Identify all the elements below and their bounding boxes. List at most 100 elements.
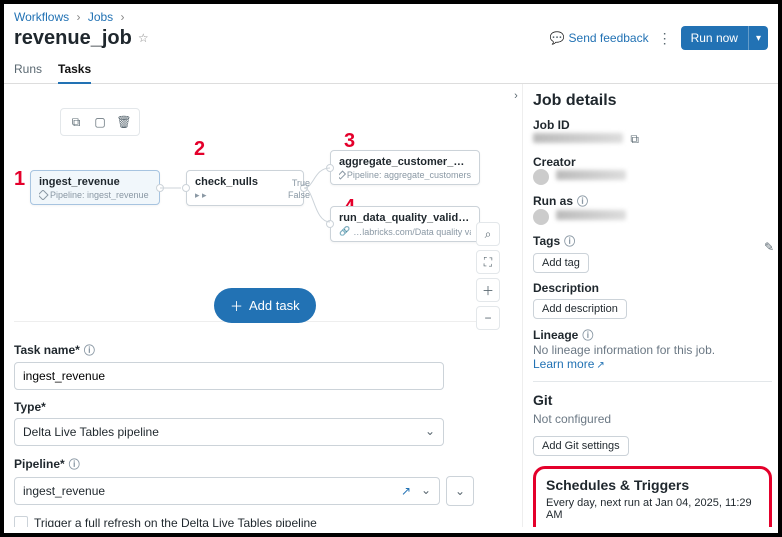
schedule-text: Every day, next run at Jan 04, 2025, 11:…: [546, 497, 759, 521]
add-task-button[interactable]: ＋ Add task: [214, 288, 316, 323]
chevron-right-icon: ›: [76, 10, 80, 24]
full-refresh-row: Trigger a full refresh on the Delta Live…: [14, 516, 500, 527]
tab-tasks[interactable]: Tasks: [58, 56, 91, 84]
git-status: Not configured: [533, 412, 772, 426]
tab-runs[interactable]: Runs: [14, 56, 42, 83]
run-as-value: [556, 210, 626, 220]
full-refresh-checkbox[interactable]: [14, 516, 28, 527]
main-panel: 1 2 3 4 ⧉ ▢ 🗑 ingest_revenue Pipeline: i…: [4, 84, 510, 527]
schedules-heading: Schedules & Triggers: [546, 477, 759, 493]
pipeline-label: Pipeline*ⓘ: [14, 456, 500, 472]
add-git-settings-button[interactable]: Add Git settings: [533, 436, 629, 456]
add-task-label: Add task: [249, 298, 300, 313]
send-feedback-label: Send feedback: [569, 31, 649, 45]
send-feedback-link[interactable]: 💬 Send feedback: [550, 31, 649, 45]
tabs: Runs Tasks: [4, 56, 778, 84]
copy-icon[interactable]: ⧉: [67, 113, 85, 131]
info-icon[interactable]: ⓘ: [69, 456, 80, 472]
node-title: run_data_quality_validation: [339, 212, 471, 224]
run-as-label: Run asⓘ: [533, 193, 772, 209]
learn-more-link[interactable]: Learn more↗: [533, 357, 605, 371]
node-subtitle: Pipeline: ingest_revenue: [39, 190, 151, 200]
git-section: Git Not configured Add Git settings: [533, 392, 772, 456]
annotation-2: 2: [194, 138, 205, 161]
job-id-value-row: ⧉: [533, 132, 772, 147]
creator-value: [556, 170, 626, 180]
node-out-port[interactable]: [156, 184, 164, 192]
fullscreen-icon[interactable]: ⛶: [476, 250, 500, 274]
node-subtitle: 🔗…labricks.com/Data quality validation: [339, 226, 471, 237]
node-out-port[interactable]: [300, 184, 308, 192]
task-graph-canvas[interactable]: 1 2 3 4 ⧉ ▢ 🗑 ingest_revenue Pipeline: i…: [14, 92, 500, 322]
breadcrumb: Workflows › Jobs ›: [4, 4, 778, 24]
job-id-label: Job ID: [533, 118, 772, 132]
type-select[interactable]: Delta Live Tables pipeline: [14, 418, 444, 446]
job-id-value: [533, 133, 623, 143]
node-in-port[interactable]: [326, 220, 334, 228]
comment-icon: 💬: [550, 31, 565, 45]
add-tag-button[interactable]: Add tag: [533, 253, 589, 273]
title-bar: revenue_job ☆ 💬 Send feedback ⋮ Run now …: [4, 24, 778, 56]
lineage-text: No lineage information for this job.: [533, 343, 772, 357]
info-icon[interactable]: ⓘ: [84, 342, 95, 358]
avatar: [533, 209, 549, 225]
add-description-button[interactable]: Add description: [533, 299, 627, 319]
annotation-1: 1: [14, 168, 25, 191]
page-title: revenue_job: [14, 27, 132, 50]
collapse-side-panel-icon[interactable]: ›: [510, 84, 522, 527]
info-icon[interactable]: ⓘ: [582, 327, 593, 343]
info-icon[interactable]: ⓘ: [564, 233, 575, 249]
pipeline-select[interactable]: ingest_revenue ↗: [14, 477, 440, 505]
node-subtitle: Pipeline: aggregate_customers: [339, 170, 471, 180]
node-in-port[interactable]: [182, 184, 190, 192]
full-refresh-label: Trigger a full refresh on the Delta Live…: [34, 516, 317, 527]
pipeline-icon: [339, 170, 346, 179]
type-label: Type*: [14, 400, 500, 414]
info-icon[interactable]: ⓘ: [577, 193, 588, 209]
run-now-button[interactable]: Run now: [681, 26, 748, 50]
external-link-icon[interactable]: ↗: [401, 484, 411, 498]
node-title: aggregate_customer_data: [339, 156, 471, 168]
lineage-label: Lineageⓘ: [533, 327, 772, 343]
pencil-icon[interactable]: ✎: [764, 240, 774, 254]
task-name-label: Task name*ⓘ: [14, 342, 500, 358]
task-name-input[interactable]: [14, 362, 444, 390]
star-icon[interactable]: ☆: [138, 31, 149, 45]
plus-icon: ＋: [230, 296, 243, 315]
node-title: ingest_revenue: [39, 176, 151, 188]
schedules-triggers-section: Schedules & Triggers Every day, next run…: [533, 466, 772, 527]
run-as-value-row: [533, 209, 772, 225]
task-node-aggregate-customer-data[interactable]: aggregate_customer_data Pipeline: aggreg…: [330, 150, 480, 185]
node-subtitle: ▸ ▸: [195, 190, 295, 201]
task-node-run-data-quality-validation[interactable]: run_data_quality_validation 🔗…labricks.c…: [330, 206, 480, 242]
node-title: check_nulls: [195, 176, 295, 188]
side-heading: Job details: [533, 92, 772, 110]
node-toolbar: ⧉ ▢ 🗑: [60, 108, 140, 136]
task-form: Task name*ⓘ Type* Delta Live Tables pipe…: [14, 322, 500, 527]
copy-icon[interactable]: ⧉: [630, 132, 639, 146]
run-now-dropdown-button[interactable]: ▾: [748, 26, 768, 50]
delete-icon[interactable]: 🗑: [115, 113, 133, 131]
task-node-check-nulls[interactable]: check_nulls ▸ ▸: [186, 170, 304, 206]
avatar: [533, 169, 549, 185]
separator: [533, 381, 772, 382]
creator-label: Creator: [533, 155, 772, 169]
chevron-right-icon: ›: [121, 10, 125, 24]
breadcrumb-jobs[interactable]: Jobs: [88, 10, 113, 24]
kebab-menu-icon[interactable]: ⋮: [657, 31, 673, 45]
git-heading: Git: [533, 392, 772, 408]
description-label: Description: [533, 281, 772, 295]
link-icon: 🔗: [339, 226, 350, 237]
zoom-controls: ⌕ ⛶ ＋ −: [476, 222, 500, 330]
node-in-port[interactable]: [326, 164, 334, 172]
task-node-ingest-revenue[interactable]: ingest_revenue Pipeline: ingest_revenue: [30, 170, 160, 205]
pipeline-dropdown-button[interactable]: ⌄: [446, 476, 474, 506]
zoom-in-icon[interactable]: ＋: [476, 278, 500, 302]
pipeline-icon: [39, 190, 49, 200]
zoom-out-icon[interactable]: −: [476, 306, 500, 330]
search-icon[interactable]: ⌕: [476, 222, 500, 246]
clone-icon[interactable]: ▢: [91, 113, 109, 131]
breadcrumb-workflows[interactable]: Workflows: [14, 10, 69, 24]
tags-label: Tagsⓘ: [533, 233, 772, 249]
creator-value-row: [533, 169, 772, 185]
